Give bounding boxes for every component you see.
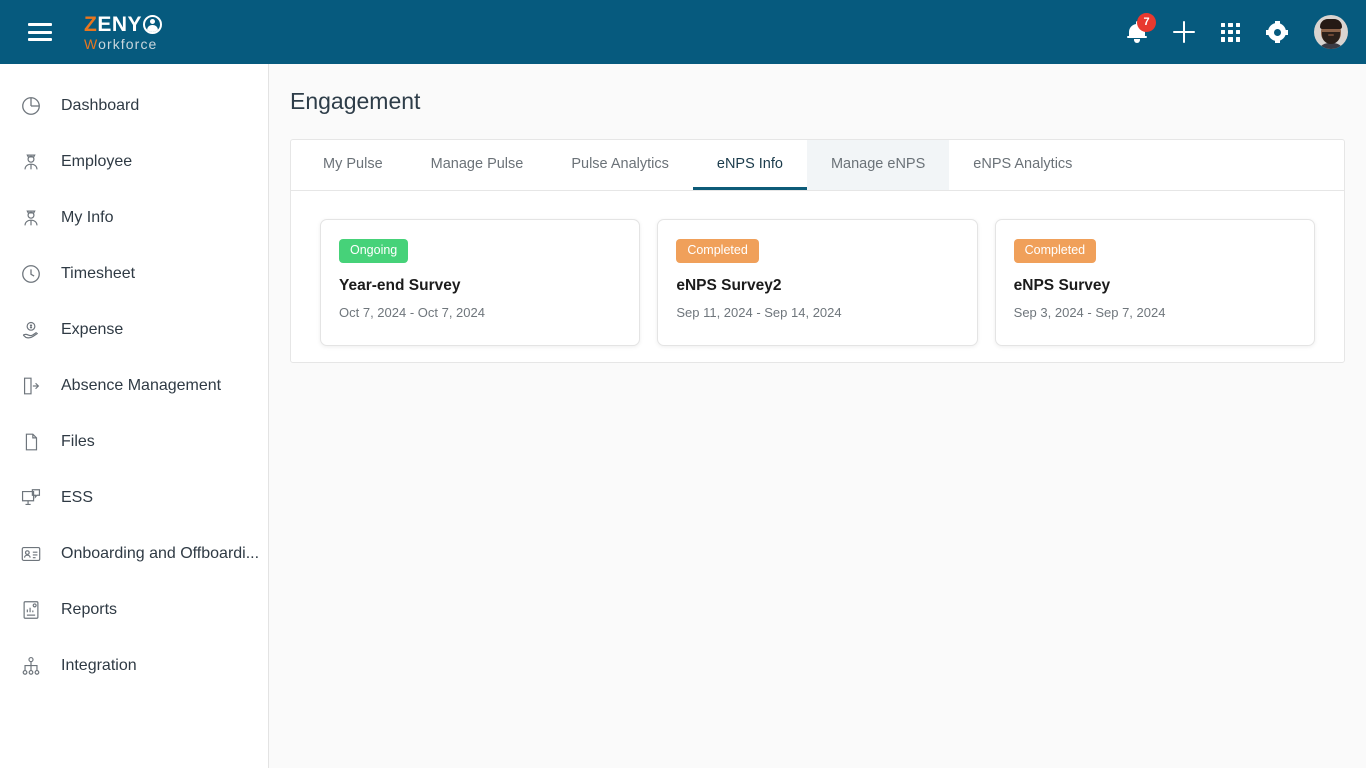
report-chart-icon <box>20 599 42 621</box>
id-card-icon <box>20 543 42 565</box>
clock-icon <box>20 263 42 285</box>
survey-card[interactable]: Completed eNPS Survey Sep 3, 2024 - Sep … <box>994 219 1315 346</box>
engagement-panel: My Pulse Manage Pulse Pulse Analytics eN… <box>290 139 1345 363</box>
employee-icon <box>20 207 42 229</box>
tab-enps-info[interactable]: eNPS Info <box>692 140 807 190</box>
notifications-button[interactable]: 7 <box>1127 12 1156 44</box>
header-actions: 7 <box>1127 12 1348 49</box>
sidebar-item-label: ESS <box>61 489 94 506</box>
sidebar-item-label: Expense <box>61 321 124 338</box>
sidebar-navigation: Dashboard Employee My Info Timesheet Exp… <box>0 64 269 768</box>
logo-letters-eny: ENY <box>97 12 143 36</box>
monitor-chat-icon <box>20 487 42 509</box>
user-avatar[interactable] <box>1314 15 1348 49</box>
tab-manage-pulse[interactable]: Manage Pulse <box>407 140 548 190</box>
pie-chart-icon <box>20 95 42 117</box>
app-logo[interactable]: Z ENY Workforce <box>84 12 163 51</box>
employee-icon <box>20 151 42 173</box>
sidebar-item-expense[interactable]: Expense <box>0 302 268 358</box>
tab-my-pulse[interactable]: My Pulse <box>299 140 407 190</box>
logo-subtitle-rest: orkforce <box>98 35 158 52</box>
plus-icon <box>1173 21 1195 43</box>
survey-title: eNPS Survey <box>1013 276 1111 294</box>
sidebar-item-onboarding-offboarding[interactable]: Onboarding and Offboardi... <box>0 526 268 582</box>
sidebar-item-employee[interactable]: Employee <box>0 134 268 190</box>
logo-subtitle-w: W <box>84 35 99 52</box>
gear-icon <box>1266 21 1288 43</box>
sidebar-item-my-info[interactable]: My Info <box>0 190 268 246</box>
sidebar-item-ess[interactable]: ESS <box>0 470 268 526</box>
survey-title: eNPS Survey2 <box>676 276 782 294</box>
tab-manage-enps[interactable]: Manage eNPS <box>806 140 950 190</box>
sidebar-item-absence-management[interactable]: Absence Management <box>0 358 268 414</box>
document-icon <box>20 431 42 453</box>
status-badge: Ongoing <box>339 239 409 263</box>
logo-letter-z: Z <box>84 12 98 36</box>
survey-card-list: Ongoing Year-end Survey Oct 7, 2024 - Oc… <box>291 191 1344 346</box>
sidebar-item-integration[interactable]: Integration <box>0 638 268 694</box>
apps-button[interactable] <box>1221 22 1240 42</box>
sidebar-item-label: Dashboard <box>61 97 140 114</box>
sidebar-item-label: Absence Management <box>61 377 222 394</box>
logo-wordmark: Z ENY <box>84 12 163 36</box>
tab-pulse-analytics[interactable]: Pulse Analytics <box>547 140 693 190</box>
main-content: Engagement My Pulse Manage Pulse Pulse A… <box>269 64 1366 768</box>
settings-button[interactable] <box>1266 21 1288 43</box>
status-badge: Completed <box>1013 239 1097 263</box>
sidebar-item-label: Integration <box>61 657 137 674</box>
sidebar-item-label: Reports <box>61 601 118 618</box>
page-title: Engagement <box>290 88 421 114</box>
survey-card[interactable]: Completed eNPS Survey2 Sep 11, 2024 - Se… <box>657 219 978 346</box>
sidebar-item-reports[interactable]: Reports <box>0 582 268 638</box>
top-header: Z ENY Workforce 7 <box>0 0 1366 64</box>
notification-count-badge: 7 <box>1137 12 1156 32</box>
sidebar-item-files[interactable]: Files <box>0 414 268 470</box>
sidebar-item-label: Employee <box>61 153 133 170</box>
apps-grid-icon <box>1221 22 1240 42</box>
sidebar-item-timesheet[interactable]: Timesheet <box>0 246 268 302</box>
money-hand-icon <box>20 319 42 341</box>
sidebar-item-label: Onboarding and Offboardi... <box>61 545 260 562</box>
tab-enps-analytics[interactable]: eNPS Analytics <box>949 140 1096 190</box>
survey-title: Year-end Survey <box>339 276 461 294</box>
sidebar-item-dashboard[interactable]: Dashboard <box>0 78 268 134</box>
tab-bar: My Pulse Manage Pulse Pulse Analytics eN… <box>291 140 1344 191</box>
sidebar-item-label: Files <box>61 433 95 450</box>
hamburger-menu-icon[interactable] <box>28 23 52 41</box>
add-button[interactable] <box>1173 21 1195 43</box>
sitemap-icon <box>20 655 42 677</box>
door-exit-icon <box>20 375 42 397</box>
logo-person-circle-icon <box>143 14 163 34</box>
sidebar-item-label: My Info <box>61 209 114 226</box>
survey-dates: Sep 3, 2024 - Sep 7, 2024 <box>1013 304 1166 320</box>
survey-card[interactable]: Ongoing Year-end Survey Oct 7, 2024 - Oc… <box>320 219 641 346</box>
sidebar-item-label: Timesheet <box>61 265 136 282</box>
survey-dates: Sep 11, 2024 - Sep 14, 2024 <box>676 304 842 320</box>
logo-subtitle: Workforce <box>84 37 162 51</box>
status-badge: Completed <box>676 239 759 263</box>
survey-dates: Oct 7, 2024 - Oct 7, 2024 <box>339 304 485 320</box>
